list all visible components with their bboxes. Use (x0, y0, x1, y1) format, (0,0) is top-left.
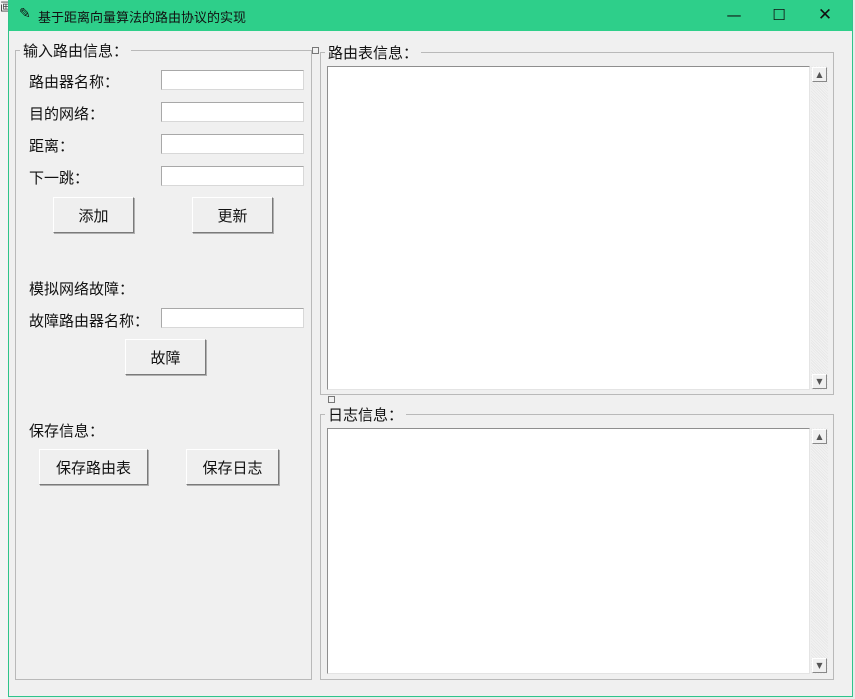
scroll-down-arrow-icon[interactable]: ▼ (812, 374, 827, 389)
fault-router-input[interactable] (161, 308, 304, 328)
routing-table-textbox[interactable] (327, 66, 810, 390)
feather-icon: ✎ (19, 6, 31, 22)
log-title: 日志信息： (328, 406, 404, 424)
add-button[interactable]: 添加 (53, 197, 134, 233)
update-button[interactable]: 更新 (192, 197, 273, 233)
maximize-button[interactable]: ☐ (756, 0, 802, 31)
scroll-up-arrow-icon[interactable]: ▲ (812, 429, 827, 444)
router-name-label: 路由器名称： (29, 73, 120, 91)
router-name-input[interactable] (161, 70, 304, 90)
dest-network-input[interactable] (161, 102, 304, 122)
save-section-title: 保存信息： (29, 422, 105, 440)
save-routing-table-button[interactable]: 保存路由表 (39, 449, 148, 485)
close-button[interactable]: ✕ (802, 0, 848, 31)
dest-network-label: 目的网络： (29, 105, 105, 123)
minimize-button[interactable]: — (711, 0, 757, 31)
save-log-button[interactable]: 保存日志 (186, 449, 279, 485)
next-hop-input[interactable] (161, 166, 304, 186)
next-hop-label: 下一跳： (29, 169, 90, 187)
log-textbox[interactable] (327, 428, 810, 674)
window-title: 基于距离向量算法的路由协议的实现 (38, 11, 247, 26)
fault-router-label: 故障路由器名称： (29, 312, 150, 330)
app-window: ✎ 基于距离向量算法的路由协议的实现 — ☐ ✕ 输入路由信息： 路由器名称： … (8, 0, 853, 697)
background-window-strip: 画 (0, 0, 12, 699)
distance-input[interactable] (161, 134, 304, 154)
routing-table-scrollbar[interactable]: ▲ ▼ (811, 66, 828, 390)
distance-label: 距离： (29, 137, 75, 155)
fault-button[interactable]: 故障 (125, 339, 206, 375)
fault-section-title: 模拟网络故障： (29, 280, 135, 298)
paned-sash-handle-horizontal[interactable] (328, 396, 335, 403)
routing-table-title: 路由表信息： (328, 44, 419, 62)
paned-sash-handle[interactable] (312, 47, 319, 54)
scroll-up-arrow-icon[interactable]: ▲ (812, 67, 827, 82)
input-panel-title: 输入路由信息： (23, 42, 129, 60)
scroll-down-arrow-icon[interactable]: ▼ (812, 658, 827, 673)
title-bar[interactable]: ✎ 基于距离向量算法的路由协议的实现 — ☐ ✕ (9, 0, 852, 31)
log-scrollbar[interactable]: ▲ ▼ (811, 428, 828, 674)
